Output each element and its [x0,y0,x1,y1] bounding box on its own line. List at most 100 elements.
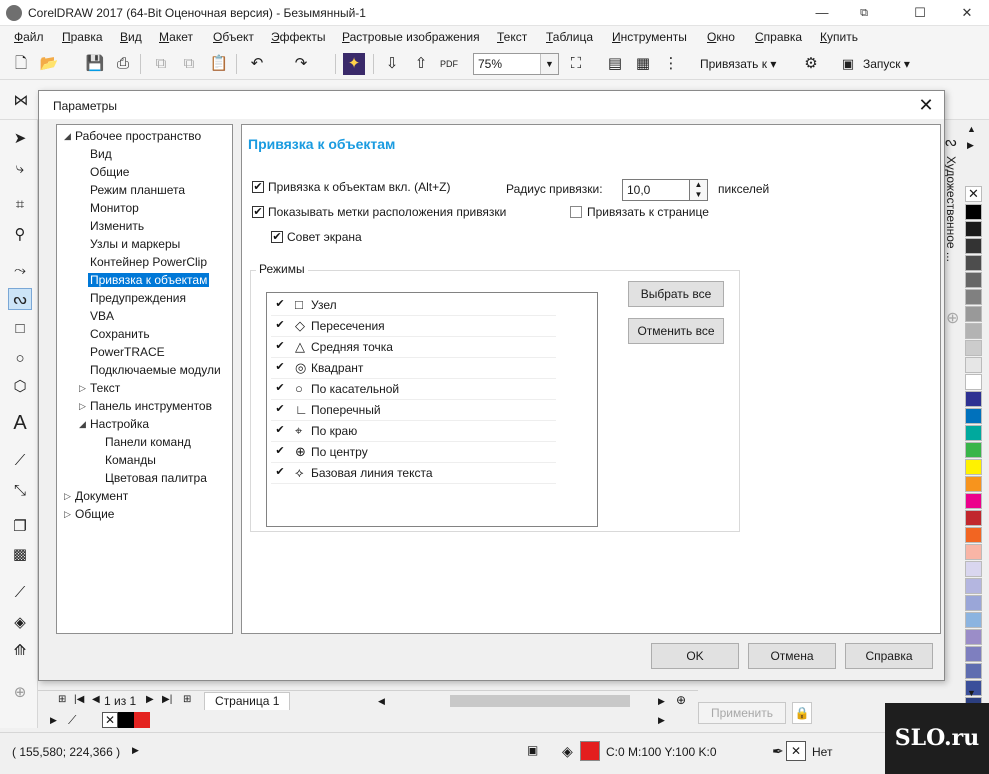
launch-dropdown[interactable]: Запуск ▾ [863,57,910,71]
scroll-left-icon[interactable]: ◀ [378,696,385,707]
grid-icon[interactable]: ▦ [632,53,654,75]
rulers-icon[interactable]: ▤ [604,53,626,75]
tree-item[interactable]: Привязка к объектам [88,273,210,287]
tree-item[interactable]: Панель инструментов [90,399,212,413]
tree-item[interactable]: Цветовая палитра [105,471,207,485]
color-swatch[interactable] [965,340,982,356]
apply-button[interactable]: Применить [698,702,786,724]
snap-radius-input[interactable]: 10,0 [622,179,690,201]
options-gear-icon[interactable]: ⚙ [800,53,822,75]
snap-on-checkbox[interactable]: ✔ [252,181,264,193]
scroll-right-icon[interactable]: ▶ [658,696,665,707]
red-swatch[interactable] [134,712,150,728]
color-swatch[interactable] [965,306,982,322]
new-document-icon[interactable]: 🗋 [10,53,32,75]
menu-layout[interactable]: Макет [159,30,193,44]
snap-mode-row[interactable]: ✔ ◇ Пересечения [271,316,556,337]
tree-item[interactable]: VBA [90,309,114,323]
screen-tip-checkbox[interactable]: ✔ [271,231,283,243]
zoom-to-page-icon[interactable]: ⛶ [565,53,587,75]
color-swatch[interactable] [965,272,982,288]
cancel-button[interactable]: Отмена [748,643,836,669]
tree-item[interactable]: Документ [75,489,128,503]
guidelines-icon[interactable]: ⋮ [660,53,682,75]
tree-expand-icon[interactable]: ▷ [64,509,71,520]
add-page-end-icon[interactable]: ⊞ [183,694,191,705]
help-button[interactable]: Справка [845,643,933,669]
snap-mode-row[interactable]: ✔ ⌖ По краю [271,421,556,442]
spin-up-icon[interactable]: ▲ [690,180,707,190]
first-page-icon[interactable]: |◀ [74,694,84,705]
snap-mode-checkbox[interactable]: ✔ [274,299,286,311]
print-icon[interactable]: ⎙ [112,53,134,75]
status-expand-icon[interactable]: ▶ [132,745,139,756]
save-icon[interactable]: 💾 [84,53,106,75]
color-swatch[interactable] [965,561,982,577]
color-proof-icon[interactable]: ▣ [527,743,538,757]
prev-page-icon[interactable]: ◀ [92,694,100,705]
ellipse-tool-icon[interactable]: ○ [8,348,32,370]
color-swatch[interactable] [965,289,982,305]
undo-icon[interactable]: ↶ [246,53,268,75]
artistic-media-tool-icon[interactable]: ᔓ [8,288,32,310]
menu-window[interactable]: Окно [707,30,735,44]
fill-color-swatch[interactable] [580,741,600,761]
color-swatch[interactable] [965,595,982,611]
palette-menu-icon[interactable]: ▶ [967,140,974,151]
document-palette-scroll-icon[interactable]: ▶ [658,715,665,726]
chevron-down-icon[interactable]: ▼ [540,54,558,74]
tree-collapse-icon[interactable]: ◢ [64,131,71,142]
copy-icon[interactable]: ⧉ [178,53,200,75]
snap-mode-row[interactable]: ✔ □ Узел [271,295,556,316]
tree-item[interactable]: Сохранить [90,327,150,341]
color-swatch[interactable] [965,442,982,458]
snap-mode-checkbox[interactable]: ✔ [274,341,286,353]
minimize-button[interactable]: — [800,0,844,26]
import-icon[interactable]: ⇩ [381,53,403,75]
connector-tool-icon[interactable]: ⤡ [8,480,32,502]
color-swatch[interactable] [965,493,982,509]
menu-edit[interactable]: Правка [62,30,103,44]
polygon-tool-icon[interactable]: ⬡ [8,376,32,398]
tree-expand-icon[interactable]: ▷ [64,491,71,502]
menu-table[interactable]: Таблица [546,30,593,44]
snap-mode-checkbox[interactable]: ✔ [274,425,286,437]
freehand-tool-icon[interactable]: ⤳ [8,260,32,282]
menu-buy[interactable]: Купить [820,30,858,44]
zoom-tool-icon[interactable]: ⚲ [8,224,32,246]
black-swatch[interactable] [118,712,134,728]
snap-mode-row[interactable]: ✔ ○ По касательной [271,379,556,400]
text-tool-icon[interactable]: A [8,412,32,434]
last-page-icon[interactable]: ▶| [162,694,172,705]
color-swatch[interactable] [965,527,982,543]
tree-item[interactable]: Изменить [90,219,144,233]
rectangle-tool-icon[interactable]: □ [8,318,32,340]
eyedropper-tool-icon[interactable]: ⟋ [8,582,32,604]
eyedropper-icon[interactable]: ⟋ [68,713,76,728]
no-fill-swatch[interactable]: ✕ [102,712,118,728]
document-palette-menu-icon[interactable]: ▶ [50,715,57,726]
export-icon[interactable]: ⇧ [410,53,432,75]
smart-fill-tool-icon[interactable]: ⟰ [8,640,32,662]
deselect-all-button[interactable]: Отменить все [628,318,724,344]
add-page-icon[interactable]: ⊞ [58,694,66,705]
color-swatch[interactable] [965,646,982,662]
snap-mode-checkbox[interactable]: ✔ [274,362,286,374]
menu-bitmaps[interactable]: Растровые изображения [342,30,480,44]
ok-button[interactable]: OK [651,643,739,669]
select-all-button[interactable]: Выбрать все [628,281,724,307]
page-tab[interactable]: Страница 1 [204,692,291,711]
shape-tool-icon[interactable]: ⤷ [8,158,32,180]
color-swatch[interactable] [965,476,982,492]
lock-icon[interactable]: 🔒 [792,702,812,724]
color-swatch[interactable] [965,510,982,526]
color-swatch[interactable] [965,459,982,475]
snap-mode-row[interactable]: ✔ ⊕ По центру [271,442,556,463]
tree-item[interactable]: Подключаемые модули [90,363,221,377]
color-swatch[interactable] [965,391,982,407]
cut-icon[interactable]: ⧉ [150,53,172,75]
menu-file[interactable]: Файл [14,30,44,44]
snap-mode-row[interactable]: ✔ ∟ Поперечный [271,400,556,421]
color-swatch[interactable] [965,612,982,628]
color-swatch[interactable] [965,629,982,645]
